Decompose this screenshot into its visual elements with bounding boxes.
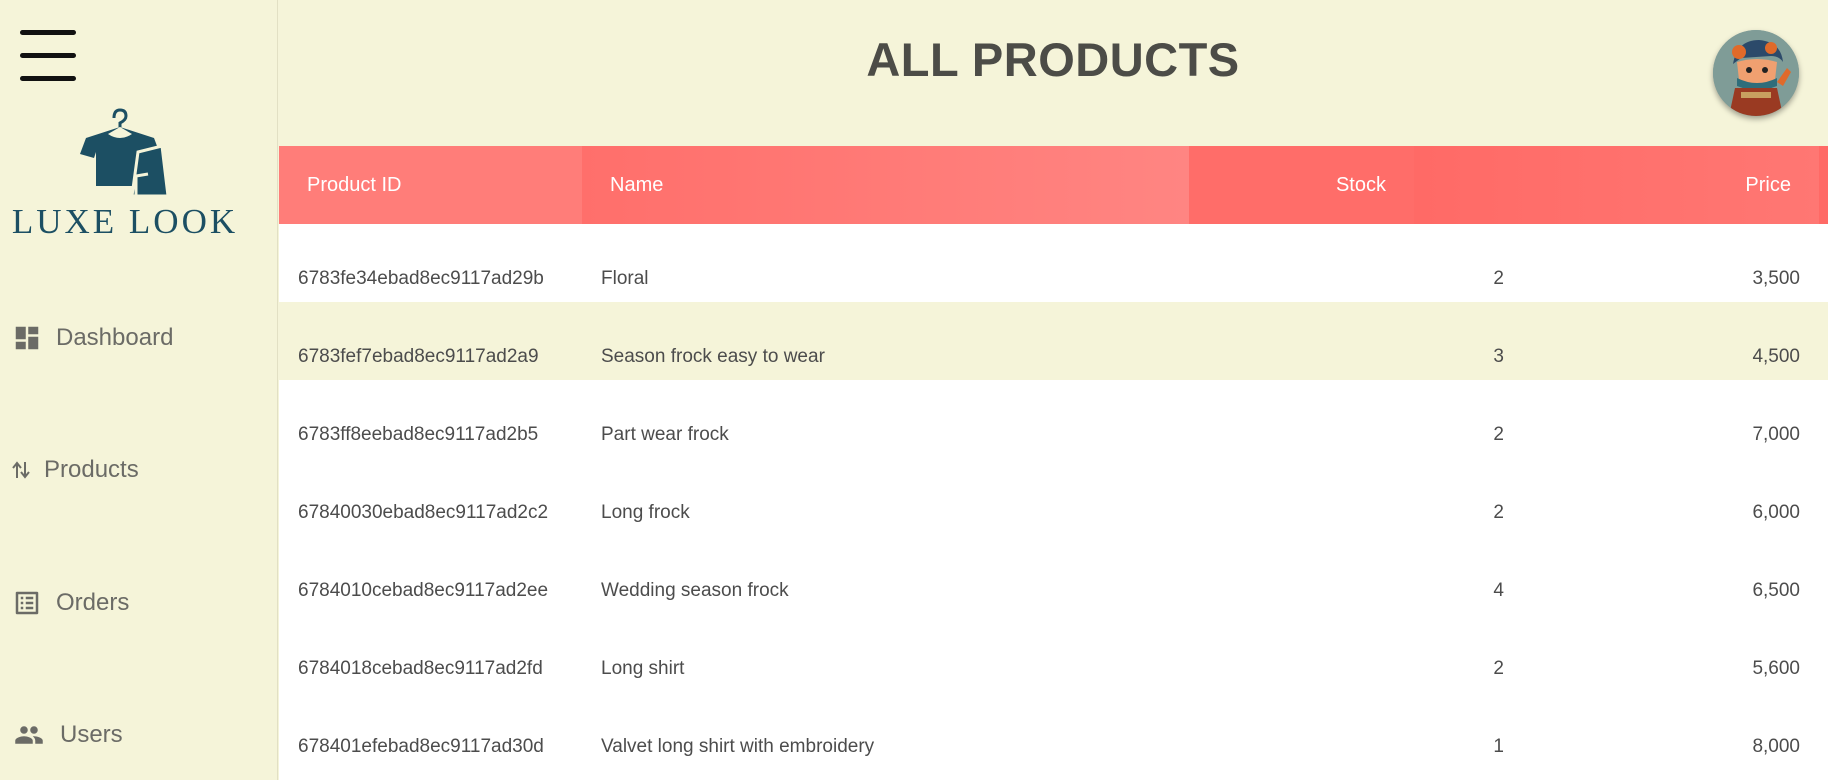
- sort-arrows-icon: [12, 461, 30, 479]
- sidebar-item-orders[interactable]: Orders: [12, 583, 129, 623]
- list-icon: [15, 591, 39, 615]
- cell-price: 3,500: [1752, 268, 1800, 289]
- shirt-hanger-icon: [80, 108, 170, 198]
- cell-name: Floral: [601, 268, 649, 289]
- column-header-price[interactable]: Price: [1414, 146, 1819, 224]
- cell-name: Long shirt: [601, 658, 685, 679]
- sidebar-item-dashboard[interactable]: Dashboard: [12, 318, 173, 358]
- cell-product-id: 6784018cebad8ec9117ad2fd: [298, 658, 543, 679]
- cell-stock: 3: [1493, 346, 1504, 367]
- cell-name: Long frock: [601, 502, 690, 523]
- brand-logo[interactable]: LUXE LOOK: [10, 100, 240, 245]
- table-row[interactable]: 6783ff8eebad8ec9117ad2b5 Part wear frock…: [279, 380, 1828, 458]
- cell-product-id: 6783fef7ebad8ec9117ad2a9: [298, 346, 539, 367]
- cell-name: Wedding season frock: [601, 580, 789, 601]
- cell-name: Part wear frock: [601, 424, 729, 445]
- table-row[interactable]: 6784018cebad8ec9117ad2fd Long shirt 2 5,…: [279, 614, 1828, 692]
- brand-name: LUXE LOOK: [11, 202, 239, 241]
- page-title: ALL PRODUCTS: [866, 33, 1240, 86]
- cell-product-id: 6783ff8eebad8ec9117ad2b5: [298, 424, 539, 445]
- sidebar-item-products[interactable]: Products: [12, 450, 139, 490]
- sidebar-item-label: Dashboard: [56, 324, 174, 351]
- cell-price: 7,000: [1752, 424, 1800, 445]
- cell-name: Valvet long shirt with embroidery: [601, 736, 875, 757]
- sidebar-item-label: Users: [60, 721, 123, 748]
- cell-name: Season frock easy to wear: [601, 346, 825, 367]
- table-header: Product ID Name Stock Price: [279, 146, 1828, 224]
- products-table: Product ID Name Stock Price 6783fe34ebad…: [279, 146, 1828, 780]
- cell-stock: 1: [1493, 736, 1504, 757]
- column-header-edge: [1819, 146, 1828, 224]
- table-row[interactable]: 6784010cebad8ec9117ad2ee Wedding season …: [279, 536, 1828, 614]
- users-icon: [15, 726, 43, 744]
- avatar-character-icon: [1713, 30, 1799, 116]
- dashboard-icon: [15, 326, 39, 350]
- cell-product-id: 6783fe34ebad8ec9117ad29b: [298, 268, 544, 289]
- sidebar-item-users[interactable]: Users: [12, 715, 123, 755]
- column-header-stock[interactable]: Stock: [1189, 146, 1414, 224]
- sidebar-item-label: Orders: [56, 589, 130, 616]
- cell-price: 8,000: [1752, 736, 1800, 757]
- cell-stock: 4: [1493, 580, 1504, 601]
- avatar[interactable]: [1713, 30, 1799, 116]
- cell-stock: 2: [1493, 268, 1504, 289]
- cell-product-id: 6784010cebad8ec9117ad2ee: [298, 580, 549, 601]
- cell-product-id: 67840030ebad8ec9117ad2c2: [298, 502, 549, 523]
- column-header-product-id[interactable]: Product ID: [279, 146, 582, 224]
- cell-price: 6,000: [1752, 502, 1800, 523]
- cell-stock: 2: [1493, 658, 1504, 679]
- cell-product-id: 678401efebad8ec9117ad30d: [298, 736, 544, 757]
- table-row[interactable]: 6783fe34ebad8ec9117ad29b Floral 2 3,500: [279, 224, 1828, 302]
- table-row[interactable]: 678401efebad8ec9117ad30d Valvet long shi…: [279, 692, 1828, 770]
- cell-price: 4,500: [1752, 346, 1800, 367]
- sidebar: LUXE LOOK Dashboard Products Orders User…: [0, 0, 278, 780]
- cell-price: 6,500: [1752, 580, 1800, 601]
- cell-stock: 2: [1493, 424, 1504, 445]
- menu-icon[interactable]: [20, 30, 76, 82]
- cell-price: 5,600: [1752, 658, 1800, 679]
- sidebar-item-label: Products: [44, 456, 139, 483]
- table-row[interactable]: 6783fef7ebad8ec9117ad2a9 Season frock ea…: [279, 302, 1828, 380]
- column-header-name[interactable]: Name: [582, 146, 1189, 224]
- cell-stock: 2: [1493, 502, 1504, 523]
- table-row[interactable]: 67840030ebad8ec9117ad2c2 Long frock 2 6,…: [279, 458, 1828, 536]
